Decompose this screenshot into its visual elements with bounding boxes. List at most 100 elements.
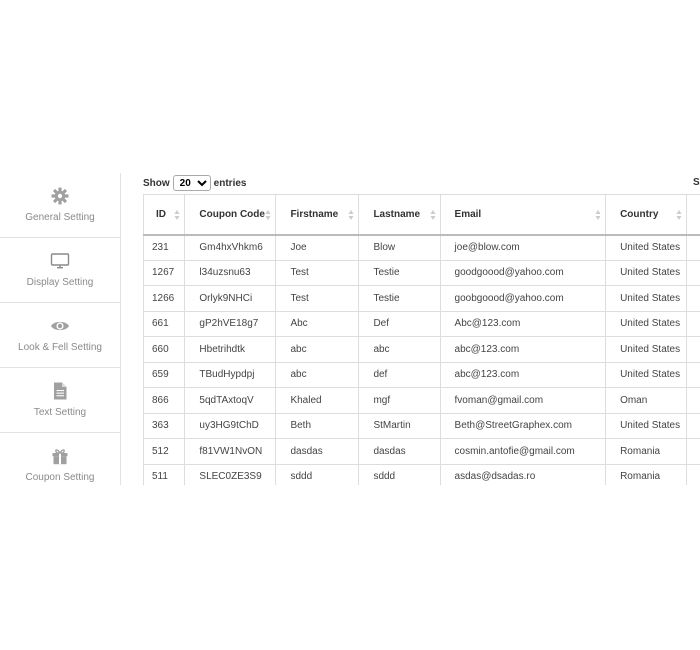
cell-email: abc@123.com (439, 336, 607, 363)
cell-lastname: abc (358, 336, 441, 363)
entries-select[interactable]: 20 (172, 175, 211, 191)
cell-id: 659 (142, 361, 186, 388)
cell-lastname: Blow (358, 234, 441, 261)
table-row[interactable]: 231 Gm4hxVhkm6 Joe Blow joe@blow.com United S… (142, 234, 700, 261)
cell-country: United States (605, 259, 688, 286)
cell-email: asdas@dsadas.ro (439, 463, 607, 485)
cell-firstname: Test (275, 285, 360, 312)
column-header-email[interactable]: Email (439, 194, 607, 236)
cell-firstname: Khaled (275, 387, 360, 414)
sidebar-item-look-feel-setting[interactable]: Look & Fell Setting (0, 303, 120, 368)
cell-lastname: dasdas (358, 438, 441, 465)
cell-id: 363 (142, 412, 186, 439)
cell-firstname: Joe (275, 234, 360, 261)
cell-id: 1266 (142, 285, 186, 312)
cell-country: United States (605, 361, 688, 388)
cell-coupon-code: SLEC0ZE3S9 (184, 463, 277, 485)
viewport: General Setting Display Setting Look & F… (0, 173, 700, 485)
cell-lastname: mgf (358, 387, 441, 414)
cell-country: Oman (605, 387, 688, 414)
cell-email: Beth@StreetGraphex.com (439, 412, 607, 439)
sort-icon (676, 210, 682, 220)
cell-email: fvoman@gmail.com (439, 387, 607, 414)
cell-truncated: 9 (686, 438, 700, 465)
column-header-country[interactable]: Country (605, 194, 688, 236)
cell-country: Romania (605, 463, 688, 485)
sidebar-item-label: Text Setting (33, 407, 87, 418)
cell-firstname: Abc (275, 310, 360, 337)
cell-lastname: Testie (358, 259, 441, 286)
table-row[interactable]: 1266 Orlyk9NHCi Test Testie goobgoood@yahoo.… (142, 285, 700, 312)
column-header-lastname[interactable]: Lastname (358, 194, 441, 236)
sort-icon (595, 210, 601, 220)
sidebar-item-label: Coupon Setting (25, 472, 95, 483)
sidebar-item-general-setting[interactable]: General Setting (0, 173, 120, 238)
cell-lastname: StMartin (358, 412, 441, 439)
cell-country: United States (605, 310, 688, 337)
table-header-row: ID Coupon Code Firstname Lastname Email … (142, 194, 700, 236)
cell-id: 511 (142, 463, 186, 485)
entries-label: entries (213, 177, 247, 189)
sidebar-item-text-setting[interactable]: Text Setting (0, 368, 120, 433)
cell-firstname: Test (275, 259, 360, 286)
cell-id: 512 (142, 438, 186, 465)
gift-icon (52, 449, 68, 465)
cell-email: joe@blow.com (439, 234, 607, 261)
column-header-firstname[interactable]: Firstname (275, 194, 360, 236)
cell-lastname: Def (358, 310, 441, 337)
cell-lastname: sddd (358, 463, 441, 485)
cell-lastname: Testie (358, 285, 441, 312)
monitor-icon (50, 253, 70, 269)
cell-country: United States (605, 412, 688, 439)
cell-country: Romania (605, 438, 688, 465)
sidebar-item-label: Display Setting (26, 277, 94, 288)
gear-icon (51, 187, 69, 205)
cell-email: goobgoood@yahoo.com (439, 285, 607, 312)
cell-email: cosmin.antofie@gmail.com (439, 438, 607, 465)
entries-length-control: Show 20 entries (143, 174, 246, 192)
cell-truncated: 9 (686, 336, 700, 363)
search-label: Se (693, 177, 700, 188)
cell-firstname: Beth (275, 412, 360, 439)
cell-coupon-code: 5qdTAxtoqV (184, 387, 277, 414)
column-header-coupon-code[interactable]: Coupon Code (184, 194, 277, 236)
table-row[interactable]: 866 5qdTAxtoqV Khaled mgf fvoman@gmail.com Om… (142, 387, 700, 414)
sidebar-item-coupon-setting[interactable]: Coupon Setting (0, 433, 120, 485)
cell-truncated: 9 (686, 285, 700, 312)
column-header-truncated[interactable] (686, 194, 700, 236)
cell-email: goodgoood@yahoo.com (439, 259, 607, 286)
sort-icon (265, 210, 271, 220)
table-row[interactable]: 660 Hbetrihdtk abc abc abc@123.com United Sta… (142, 336, 700, 363)
sidebar-item-display-setting[interactable]: Display Setting (0, 238, 120, 303)
table-row[interactable]: 363 uy3HG9tChD Beth StMartin Beth@StreetGrap… (142, 412, 700, 439)
cell-id: 231 (142, 234, 186, 261)
column-header-id[interactable]: ID (142, 194, 186, 236)
cell-id: 661 (142, 310, 186, 337)
cell-coupon-code: Hbetrihdtk (184, 336, 277, 363)
sort-icon (174, 210, 180, 220)
table-row[interactable]: 511 SLEC0ZE3S9 sddd sddd asdas@dsadas.ro Roma… (142, 463, 700, 485)
cell-coupon-code: Orlyk9NHCi (184, 285, 277, 312)
sort-icon (348, 210, 354, 220)
table-row[interactable]: 1267 l34uzsnu63 Test Testie goodgoood@yahoo.… (142, 259, 700, 286)
table-row[interactable]: 659 TBudHypdpj abc def abc@123.com United Sta… (142, 361, 700, 388)
cell-truncated: 9 (686, 310, 700, 337)
cell-truncated: 9 (686, 387, 700, 414)
coupon-table: ID Coupon Code Firstname Lastname Email … (142, 194, 700, 485)
cell-truncated: 9 (686, 259, 700, 286)
cell-country: United States (605, 234, 688, 261)
cell-firstname: dasdas (275, 438, 360, 465)
cell-coupon-code: TBudHypdpj (184, 361, 277, 388)
cell-firstname: sddd (275, 463, 360, 485)
cell-coupon-code: Gm4hxVhkm6 (184, 234, 277, 261)
document-icon (54, 382, 67, 400)
cell-email: abc@123.com (439, 361, 607, 388)
table-row[interactable]: 512 f81VW1NvON dasdas dasdas cosmin.antofie@… (142, 438, 700, 465)
table-row[interactable]: 661 gP2hVE18g7 Abc Def Abc@123.com United Sta… (142, 310, 700, 337)
cell-coupon-code: gP2hVE18g7 (184, 310, 277, 337)
cell-firstname: abc (275, 361, 360, 388)
sort-icon (430, 210, 436, 220)
show-label: Show (143, 177, 170, 189)
cell-truncated: 9 (686, 463, 700, 485)
table-body: 231 Gm4hxVhkm6 Joe Blow joe@blow.com United S… (142, 234, 700, 485)
